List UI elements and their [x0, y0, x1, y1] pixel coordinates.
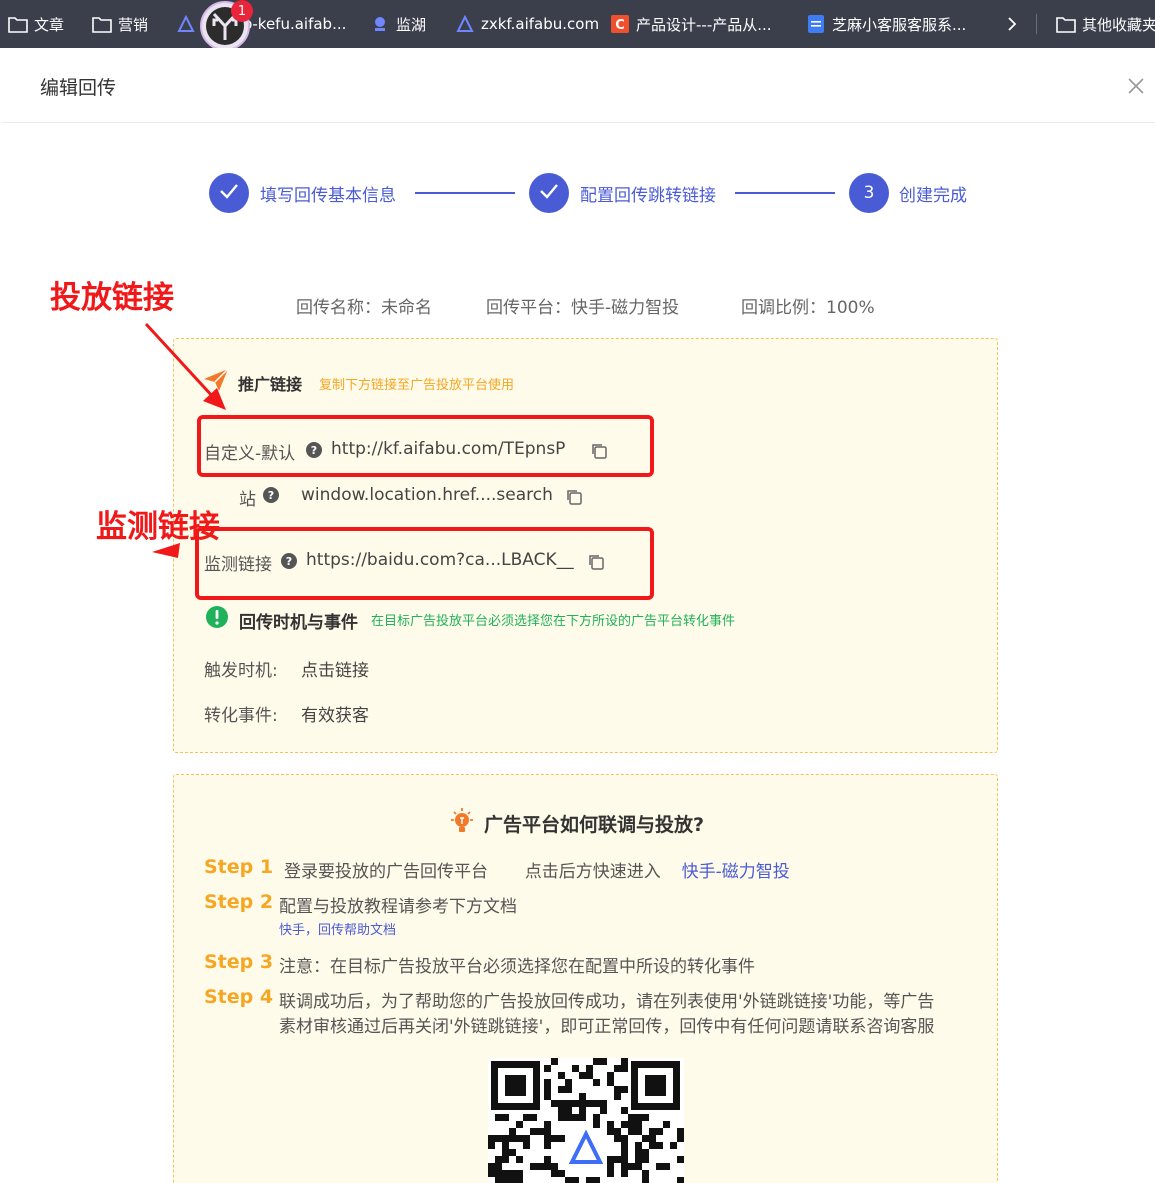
annotation-arrows — [144, 322, 226, 558]
